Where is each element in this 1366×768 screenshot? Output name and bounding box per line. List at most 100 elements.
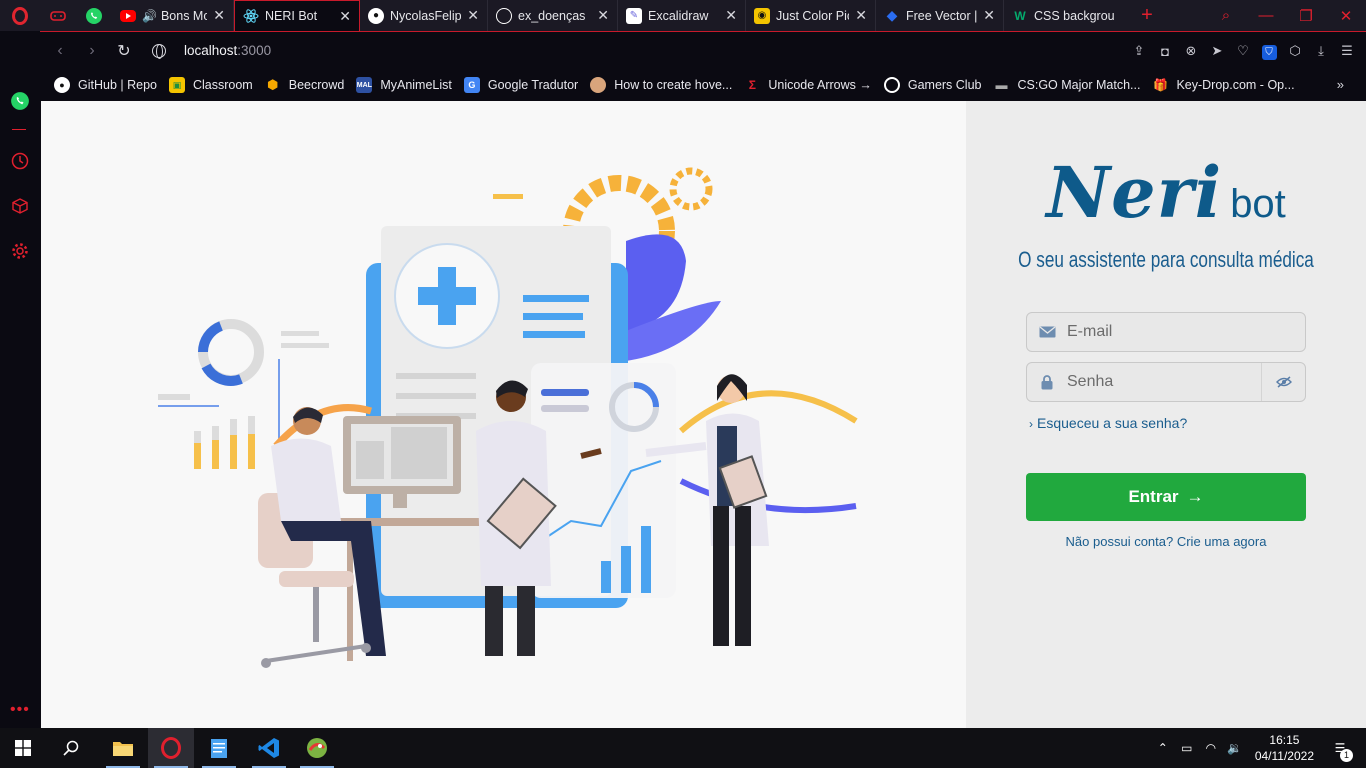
close-tab-icon[interactable]: ✕ <box>467 7 479 24</box>
bookmark-label: Unicode Arrows → <box>768 78 872 92</box>
globe-icon <box>496 7 512 24</box>
bookmark-unicode-arrows[interactable]: Σ Unicode Arrows → <box>744 77 872 93</box>
clock[interactable]: 16:15 04/11/2022 <box>1255 732 1314 764</box>
gift-icon: 🎁 <box>1152 78 1168 92</box>
bookmark-beecrowd[interactable]: ⬢ Beecrowd <box>265 77 344 93</box>
arrow-right-icon: → <box>1186 487 1204 506</box>
tab-strip: 🔊 Bons Mom ✕ NERI Bot ✕ ● NycolasFelipe … <box>0 0 1366 31</box>
bookmark-hover-tutorial[interactable]: How to create hove... <box>590 77 732 93</box>
email-field[interactable] <box>1026 312 1306 352</box>
bookmark-google-tradutor[interactable]: G Google Tradutor <box>463 77 578 93</box>
reload-button[interactable]: ↻ <box>108 41 140 61</box>
taskbar-file-explorer[interactable] <box>100 728 146 768</box>
bookmark-gamers-club[interactable]: Gamers Club <box>883 77 982 93</box>
tab-github[interactable]: ● NycolasFelipe ✕ <box>360 0 488 31</box>
notification-count: 1 <box>1340 749 1353 762</box>
bookmark-key-drop[interactable]: 🎁 Key-Drop.com - Op... <box>1152 77 1295 93</box>
sidebar-settings[interactable] <box>8 239 32 263</box>
volume-icon[interactable]: 🔉 <box>1223 741 1247 755</box>
beecrowd-icon: ⬢ <box>267 77 279 92</box>
taskbar-opera-gx[interactable] <box>148 728 194 768</box>
sidebar-history[interactable] <box>8 149 32 173</box>
sidebar-whatsapp[interactable] <box>8 89 32 113</box>
email-input[interactable] <box>1067 323 1257 341</box>
clock-date: 04/11/2022 <box>1254 749 1314 763</box>
sidebar-extensions[interactable] <box>8 194 32 218</box>
snapshot-icon[interactable]: ◘ <box>1152 44 1178 59</box>
download-icon[interactable]: ⤓ <box>1308 43 1334 59</box>
close-window-button[interactable]: ✕ <box>1326 7 1366 25</box>
folder-icon <box>113 742 133 756</box>
close-tab-icon[interactable]: ✕ <box>339 8 351 25</box>
minimize-button[interactable]: — <box>1246 7 1286 24</box>
more-bookmarks-icon[interactable]: » <box>1337 77 1344 92</box>
doctors-illustration <box>158 167 858 668</box>
bitwarden-icon[interactable]: ⛉ <box>1256 43 1282 60</box>
bookmark-classroom[interactable]: ▣ Classroom <box>168 77 253 93</box>
tab-free-vector[interactable]: ◆ Free Vector | M ✕ <box>876 0 1004 31</box>
maximize-button[interactable]: ❐ <box>1286 7 1326 25</box>
notepad-icon <box>211 739 227 758</box>
sidebar-more-icon[interactable]: ••• <box>10 701 30 719</box>
url-field[interactable]: localhost:3000 <box>152 43 271 59</box>
screen: 🔊 Bons Mom ✕ NERI Bot ✕ ● NycolasFelipe … <box>0 0 1366 768</box>
password-input[interactable] <box>1067 373 1257 391</box>
bookmark-label: Key-Drop.com - Op... <box>1176 78 1295 92</box>
tab-neri-bot[interactable]: NERI Bot ✕ <box>234 0 360 31</box>
back-button[interactable]: ‹ <box>44 42 76 60</box>
start-button[interactable] <box>0 728 46 768</box>
toolbar-icons: ⇪ ◘ ⊗ ➤ ♡ ⛉ ⬡ ⤓ ☰ <box>1126 32 1360 70</box>
search-tabs-icon[interactable]: ⌕ <box>1206 7 1246 24</box>
taskbar-vscode[interactable] <box>246 728 292 768</box>
tab-youtube[interactable]: 🔊 Bons Mom ✕ <box>112 0 234 31</box>
forgot-password-link[interactable]: › Esqueceu a sua senha? <box>1029 415 1187 431</box>
tab-excalidraw[interactable]: ✎ Excalidraw ✕ <box>618 0 746 31</box>
battery-icon[interactable]: ▭ <box>1175 741 1199 755</box>
share-icon[interactable]: ⇪ <box>1126 43 1152 59</box>
new-tab-button[interactable]: + <box>1132 4 1162 27</box>
tab-title: Just Color Pick <box>776 8 849 23</box>
tab-ex-doencas[interactable]: ex_doenças ✕ <box>488 0 618 31</box>
search-button[interactable] <box>48 728 94 768</box>
taskbar-notepad[interactable] <box>196 728 242 768</box>
close-tab-icon[interactable]: ✕ <box>725 7 737 24</box>
forward-button[interactable]: › <box>76 42 108 60</box>
send-icon[interactable]: ➤ <box>1204 43 1230 59</box>
heart-icon[interactable]: ♡ <box>1230 43 1256 59</box>
close-tab-icon[interactable]: ✕ <box>855 7 867 24</box>
easy-setup-icon[interactable]: ☰ <box>1334 43 1360 59</box>
gx-pinned-tab[interactable] <box>40 0 76 31</box>
myanimelist-icon: MAL <box>356 77 373 93</box>
audio-playing-icon[interactable]: 🔊 <box>142 9 157 23</box>
bookmark-github[interactable]: ● GitHub | Repo <box>54 77 157 93</box>
extensions-icon[interactable]: ⬡ <box>1282 43 1308 59</box>
notifications-button[interactable]: ☰ 1 <box>1328 741 1353 762</box>
toggle-password-visibility[interactable] <box>1261 363 1305 401</box>
site-info-icon[interactable] <box>152 43 166 59</box>
opera-menu-button[interactable] <box>0 0 40 31</box>
sigma-icon: Σ <box>748 78 756 92</box>
taskbar-app[interactable] <box>294 728 340 768</box>
close-tab-icon[interactable]: ✕ <box>597 7 609 24</box>
login-button[interactable]: Entrar → <box>1026 473 1306 521</box>
close-tab-icon[interactable]: ✕ <box>983 7 995 24</box>
cube-icon <box>12 198 28 214</box>
tab-just-color-picker[interactable]: ◉ Just Color Pick ✕ <box>746 0 876 31</box>
tab-css-background[interactable]: W CSS backgrou <box>1004 0 1132 31</box>
password-field[interactable] <box>1026 362 1306 402</box>
chevron-right-icon: › <box>1029 417 1033 431</box>
bookmark-label: Gamers Club <box>907 78 982 92</box>
show-hidden-icons[interactable]: ⌃ <box>1151 741 1175 755</box>
whatsapp-pinned-tab[interactable] <box>76 0 112 31</box>
bookmark-myanimelist[interactable]: MAL MyAnimeList <box>356 77 452 93</box>
clock-icon <box>11 152 29 170</box>
wifi-icon[interactable]: ◠ <box>1199 741 1223 755</box>
signup-link[interactable]: Não possui conta? Crie uma agora <box>966 534 1366 549</box>
bookmark-csgo-major[interactable]: ▬ CS:GO Major Match... <box>994 77 1141 93</box>
adblock-icon[interactable]: ⊗ <box>1178 43 1204 59</box>
gear-icon <box>12 243 28 259</box>
react-icon <box>243 8 259 24</box>
close-tab-icon[interactable]: ✕ <box>213 7 225 24</box>
gamepad-icon <box>50 10 66 21</box>
medical-illustration <box>41 101 966 728</box>
